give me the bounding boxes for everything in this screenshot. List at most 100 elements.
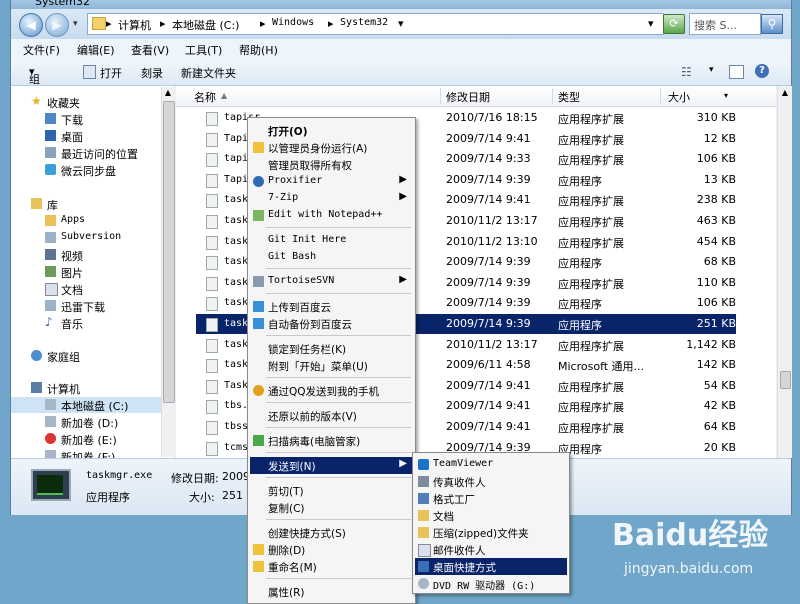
search-icon[interactable]: ⚲	[761, 14, 783, 34]
breadcrumb-separator[interactable]: ▸	[260, 17, 266, 30]
help-icon[interactable]: ?	[755, 64, 769, 78]
nav-drive-f[interactable]: 新加卷 (F:)	[11, 448, 161, 458]
ctx-pin-taskbar[interactable]: 锁定到任务栏(K)	[250, 340, 413, 357]
ctx-take-ownership[interactable]: 管理员取得所有权	[250, 156, 413, 173]
nav-scroll-thumb[interactable]	[163, 101, 175, 403]
nav-recent[interactable]: 最近访问的位置	[11, 145, 161, 161]
ctx-notepadpp[interactable]: Edit with Notepad++	[250, 207, 413, 224]
chevron-down-icon[interactable]: ▾	[724, 91, 728, 100]
column-date[interactable]: 修改日期	[446, 89, 490, 105]
sendto-zip[interactable]: 压缩(zipped)文件夹	[415, 524, 567, 541]
nav-drive-e[interactable]: 新加卷 (E:)	[11, 431, 161, 447]
nav-lib-pictures[interactable]: 图片	[11, 264, 161, 280]
ctx-properties[interactable]: 属性(R)	[250, 583, 413, 600]
column-size[interactable]: 大小	[668, 89, 690, 105]
organize-button[interactable]: 组织 ▾	[29, 65, 40, 102]
breadcrumb-separator[interactable]: ▸	[106, 17, 112, 30]
file-scroll-thumb[interactable]	[780, 371, 791, 389]
ctx-send-to[interactable]: 发送到(N) ▶	[250, 457, 413, 474]
ctx-open[interactable]: 打开(O)	[250, 122, 413, 139]
homegroup-icon	[31, 350, 42, 361]
sendto-fax[interactable]: 传真收件人	[415, 473, 567, 490]
ctx-create-shortcut[interactable]: 创建快捷方式(S)	[250, 524, 413, 541]
ctx-cut-label: 剪切(T)	[268, 486, 304, 498]
ctx-delete[interactable]: 删除(D)	[250, 541, 413, 558]
nav-weiyun[interactable]: 微云同步盘	[11, 162, 161, 178]
new-folder-button[interactable]: 新建文件夹	[181, 65, 236, 81]
nav-lib-videos[interactable]: 视频	[11, 247, 161, 263]
nav-lib-music[interactable]: ♪ 音乐	[11, 315, 161, 331]
breadcrumb-separator[interactable]: ▸	[328, 17, 334, 30]
ctx-proxifier[interactable]: Proxifier ▶	[250, 173, 413, 190]
sendto-teamviewer[interactable]: TeamViewer	[415, 456, 567, 473]
nav-computer[interactable]: 计算机	[11, 380, 161, 396]
nav-favorites[interactable]: ★ 收藏夹	[11, 94, 161, 110]
nav-lib-apps[interactable]: Apps	[11, 213, 161, 229]
ctx-tortoisesvn[interactable]: TortoiseSVN ▶	[250, 273, 413, 290]
ctx-git-init[interactable]: Git Init Here	[250, 232, 413, 249]
scroll-up-icon[interactable]: ▲	[163, 88, 173, 98]
history-dropdown-icon[interactable]: ▾	[73, 19, 78, 29]
ctx-run-as-admin[interactable]: 以管理员身份运行(A)	[250, 139, 413, 156]
sendto-format-factory[interactable]: 格式工厂	[415, 490, 567, 507]
ctx-git-bash[interactable]: Git Bash	[250, 249, 413, 266]
nav-homegroup[interactable]: 家庭组	[11, 348, 161, 364]
ctx-rename[interactable]: 重命名(M)	[250, 558, 413, 575]
ctx-virus-scan[interactable]: 扫描病毒(电脑管家)	[250, 432, 413, 449]
sendto-dvd[interactable]: DVD RW 驱动器 (G:)	[415, 575, 567, 592]
menu-view[interactable]: 查看(V)	[131, 42, 169, 58]
column-divider[interactable]	[552, 88, 553, 104]
preview-pane-icon[interactable]	[729, 65, 744, 79]
search-input[interactable]: 搜索 S...	[689, 13, 761, 35]
sendto-desktop-shortcut[interactable]: 桌面快捷方式	[415, 558, 567, 575]
back-button[interactable]: ◀	[19, 13, 43, 37]
chevron-down-icon[interactable]: ▾	[648, 17, 654, 30]
nav-libraries[interactable]: 库	[11, 196, 161, 212]
breadcrumb-separator[interactable]: ▸	[160, 17, 166, 30]
sendto-mail[interactable]: 邮件收件人	[415, 541, 567, 558]
ctx-copy[interactable]: 复制(C)	[250, 499, 413, 516]
column-name[interactable]: 名称	[194, 89, 216, 105]
column-divider[interactable]	[440, 88, 441, 104]
ctx-backup-baidu[interactable]: 自动备份到百度云	[250, 315, 413, 332]
ctx-7zip[interactable]: 7-Zip ▶	[250, 190, 413, 207]
breadcrumb-drive[interactable]: 本地磁盘 (C:)	[172, 17, 239, 33]
nav-downloads[interactable]: 下载	[11, 111, 161, 127]
nav-lib-apps-label: Apps	[61, 214, 86, 225]
breadcrumb-windows[interactable]: Windows	[272, 17, 314, 28]
address-bar[interactable]: ▸ 计算机 ▸ 本地磁盘 (C:) ▸ Windows ▸ System32 ▾…	[87, 13, 664, 35]
chevron-down-icon[interactable]: ▾	[709, 65, 714, 75]
forward-button[interactable]: ▶	[45, 13, 69, 37]
menu-separator	[266, 293, 411, 294]
sendto-documents[interactable]: 文档	[415, 507, 567, 524]
nav-drive-c[interactable]: 本地磁盘 (C:)	[11, 397, 161, 413]
menu-edit[interactable]: 编辑(E)	[77, 42, 115, 58]
scroll-up-icon[interactable]: ▲	[780, 88, 790, 98]
chevron-down-icon[interactable]: ▾	[398, 17, 404, 30]
nav-drive-d[interactable]: 新加卷 (D:)	[11, 414, 161, 430]
file-scrollbar[interactable]: ▲	[777, 86, 792, 458]
ctx-cut[interactable]: 剪切(T)	[250, 482, 413, 499]
nav-desktop[interactable]: 桌面	[11, 128, 161, 144]
ctx-qq-send[interactable]: 通过QQ发送到我的手机	[250, 382, 413, 399]
menu-file[interactable]: 文件(F)	[23, 42, 60, 58]
nav-scrollbar[interactable]: ▲	[161, 87, 175, 457]
nav-lib-subversion[interactable]: Subversion	[11, 230, 161, 246]
open-button[interactable]: 打开	[100, 65, 122, 81]
ctx-upload-baidu[interactable]: 上传到百度云	[250, 298, 413, 315]
nav-lib-xunlei[interactable]: 迅雷下载	[11, 298, 161, 314]
burn-button[interactable]: 刻录	[141, 65, 163, 81]
nav-lib-documents[interactable]: 文档	[11, 281, 161, 297]
column-divider[interactable]	[660, 88, 661, 104]
column-type[interactable]: 类型	[558, 89, 580, 105]
breadcrumb-computer[interactable]: 计算机	[118, 17, 151, 33]
refresh-icon[interactable]: ⟳	[663, 14, 685, 34]
breadcrumb-system32[interactable]: System32	[340, 17, 388, 28]
menu-tools[interactable]: 工具(T)	[185, 42, 222, 58]
ctx-pin-start[interactable]: 附到「开始」菜单(U)	[250, 357, 413, 374]
view-options-icon[interactable]: ☷	[681, 65, 692, 79]
ctx-properties-label: 属性(R)	[268, 587, 305, 599]
ctx-restore-versions[interactable]: 还原以前的版本(V)	[250, 407, 413, 424]
menu-help[interactable]: 帮助(H)	[239, 42, 278, 58]
window-title: System32	[35, 0, 91, 8]
